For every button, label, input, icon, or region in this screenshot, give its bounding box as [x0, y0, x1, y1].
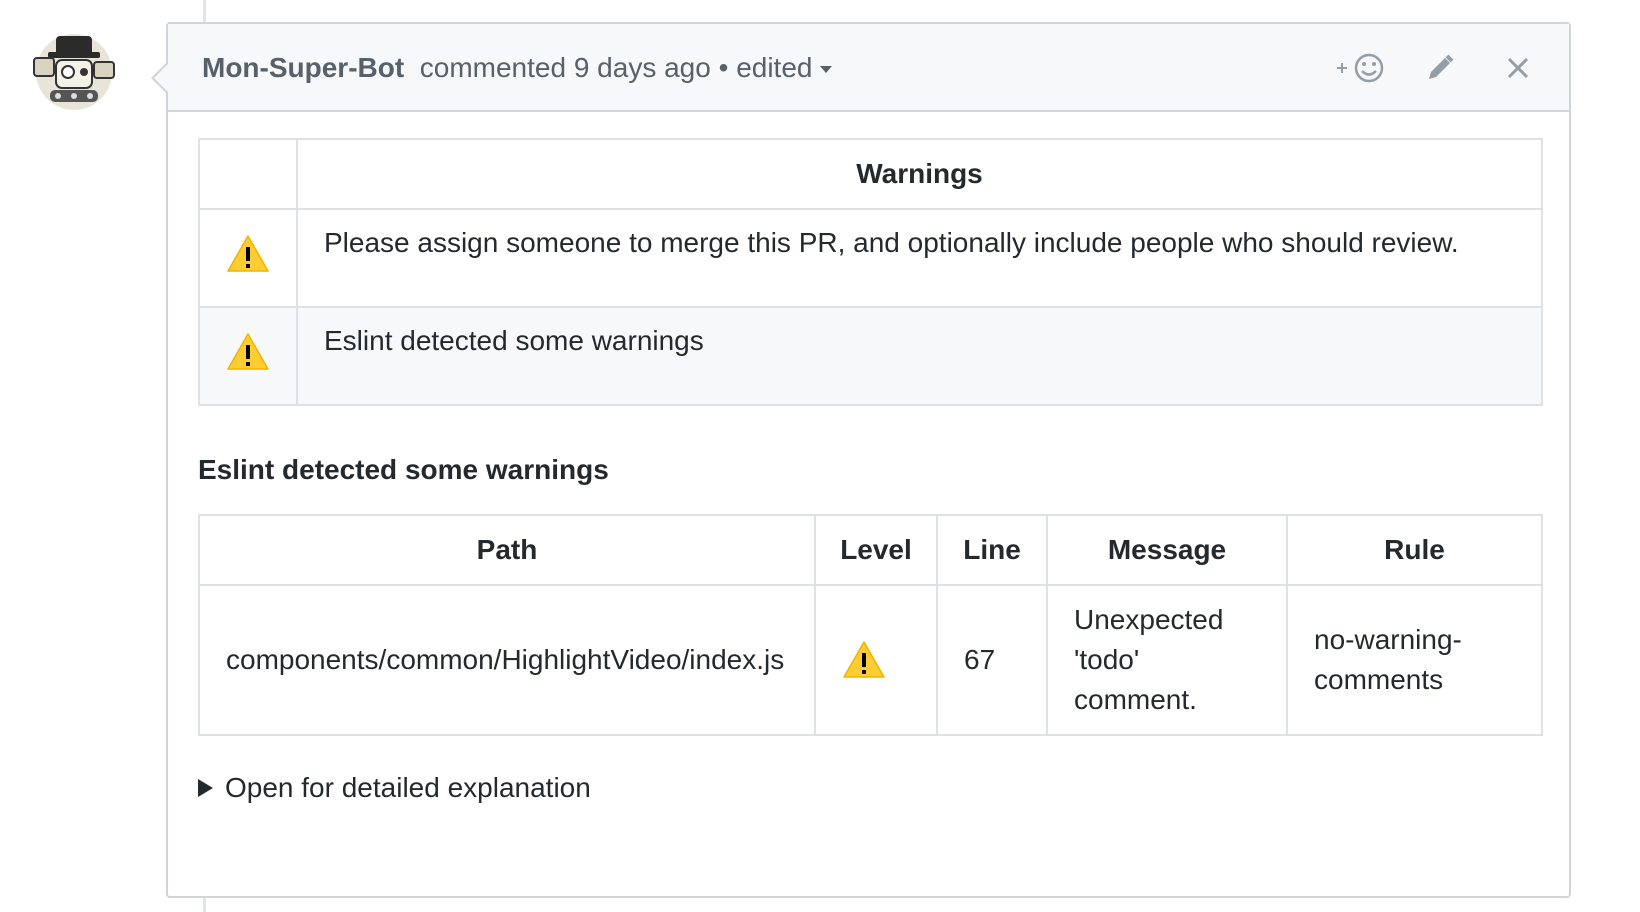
warning-icon — [227, 235, 269, 272]
warning-text: Please assign someone to merge this PR, … — [296, 208, 1543, 308]
edited-label: edited — [736, 52, 813, 83]
details-summary: Open for detailed explanation — [225, 772, 591, 803]
comment-caret-inner — [154, 63, 169, 93]
pencil-icon — [1429, 54, 1454, 79]
column-header-level: Level — [814, 514, 938, 586]
edit-button[interactable] — [1413, 48, 1467, 88]
warning-icon-cell — [198, 306, 298, 406]
level-cell — [814, 584, 938, 736]
eslint-table: Path Level Line Message Rule components/… — [198, 514, 1543, 736]
warning-row: Eslint detected some warnings — [198, 306, 1543, 406]
line-cell: 67 — [936, 584, 1048, 736]
disclosure-triangle-icon — [198, 779, 213, 797]
comment-box: Mon-Super-Bot commented 9 days ago • edi… — [151, 22, 1571, 898]
meta-separator: • — [718, 52, 729, 83]
column-header-rule: Rule — [1286, 514, 1543, 586]
column-header-line: Line — [936, 514, 1048, 586]
warnings-table: Warnings Please assign someone to merge … — [198, 138, 1543, 406]
warning-icon-cell — [198, 208, 298, 308]
warnings-empty-header — [198, 138, 298, 210]
comment-body: Warnings Please assign someone to merge … — [198, 138, 1543, 804]
comment-meta: Mon-Super-Bot commented 9 days ago • edi… — [202, 52, 833, 84]
close-icon — [1507, 57, 1529, 79]
path-cell: components/common/HighlightVideo/index.j… — [198, 584, 816, 736]
column-header-path: Path — [198, 514, 816, 586]
warning-icon — [227, 333, 269, 370]
comment-timestamp[interactable]: commented 9 days ago — [420, 52, 711, 83]
add-reaction-button[interactable] — [1335, 48, 1389, 88]
warning-text: Eslint detected some warnings — [296, 306, 1543, 406]
edited-dropdown[interactable]: edited — [736, 52, 833, 83]
smiley-plus-icon — [1337, 53, 1384, 83]
column-header-message: Message — [1046, 514, 1288, 586]
details-toggle[interactable]: Open for detailed explanation — [198, 772, 1543, 804]
rule-cell: no-warning-comments — [1286, 584, 1543, 736]
eslint-section-title: Eslint detected some warnings — [198, 454, 609, 485]
comment-actions — [1335, 48, 1545, 88]
caret-down-icon — [820, 66, 833, 74]
warnings-header-row: Warnings — [198, 138, 1543, 210]
bot-avatar[interactable] — [28, 28, 120, 112]
message-cell: Unexpected 'todo' comment. — [1046, 584, 1288, 736]
warnings-header: Warnings — [296, 138, 1543, 210]
close-button[interactable] — [1491, 48, 1545, 88]
table-row: components/common/HighlightVideo/index.j… — [198, 584, 1543, 736]
warning-icon — [843, 641, 885, 678]
eslint-header-row: Path Level Line Message Rule — [198, 514, 1543, 586]
comment-header: Mon-Super-Bot commented 9 days ago • edi… — [168, 24, 1569, 112]
author-link[interactable]: Mon-Super-Bot — [202, 52, 404, 83]
warning-row: Please assign someone to merge this PR, … — [198, 208, 1543, 308]
